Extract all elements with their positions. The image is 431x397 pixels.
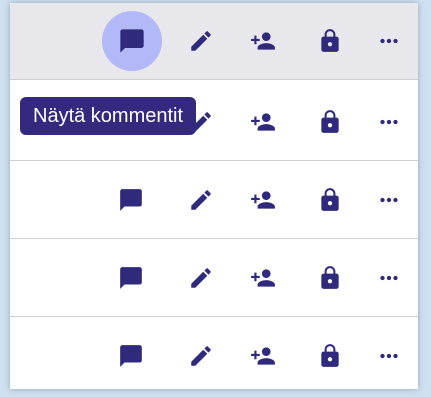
more-icon [380, 275, 398, 281]
comment-icon [120, 29, 144, 53]
comment-icon [120, 267, 142, 289]
add-user-button[interactable] [243, 258, 283, 298]
add-user-icon [251, 191, 275, 209]
edit-button[interactable] [181, 258, 221, 298]
add-user-icon [251, 269, 275, 287]
comment-button[interactable] [111, 336, 151, 376]
lock-button[interactable] [310, 258, 350, 298]
table-row [10, 3, 418, 80]
table-row [10, 162, 418, 239]
more-button[interactable] [369, 102, 409, 142]
comment-button[interactable] [111, 180, 151, 220]
add-user-icon [251, 113, 275, 131]
table-row [10, 318, 418, 389]
lock-button[interactable] [310, 336, 350, 376]
edit-button[interactable] [181, 336, 221, 376]
edit-button[interactable] [181, 21, 221, 61]
lock-button[interactable] [310, 102, 350, 142]
comment-button[interactable] [102, 11, 162, 71]
more-icon [380, 353, 398, 359]
add-user-icon [251, 32, 275, 50]
lock-icon [321, 110, 339, 133]
lock-icon [321, 29, 339, 52]
lock-icon [321, 266, 339, 289]
edit-icon [191, 346, 211, 366]
tooltip: Näytä kommentit [20, 97, 197, 135]
more-button[interactable] [369, 180, 409, 220]
edit-button[interactable] [181, 180, 221, 220]
comment-icon [120, 189, 142, 211]
lock-button[interactable] [310, 21, 350, 61]
edit-icon [191, 190, 211, 210]
more-icon [380, 38, 398, 44]
lock-icon [321, 188, 339, 211]
more-button[interactable] [369, 21, 409, 61]
add-user-button[interactable] [243, 21, 283, 61]
comment-icon [120, 345, 142, 367]
lock-icon [321, 344, 339, 367]
actions-panel [10, 3, 418, 389]
add-user-button[interactable] [243, 180, 283, 220]
lock-button[interactable] [310, 180, 350, 220]
more-button[interactable] [369, 258, 409, 298]
add-user-icon [251, 347, 275, 365]
table-row [10, 240, 418, 317]
add-user-button[interactable] [243, 336, 283, 376]
comment-button[interactable] [111, 258, 151, 298]
more-button[interactable] [369, 336, 409, 376]
add-user-button[interactable] [243, 102, 283, 142]
edit-icon [191, 268, 211, 288]
more-icon [380, 197, 398, 203]
edit-icon [191, 31, 211, 51]
more-icon [380, 119, 398, 125]
